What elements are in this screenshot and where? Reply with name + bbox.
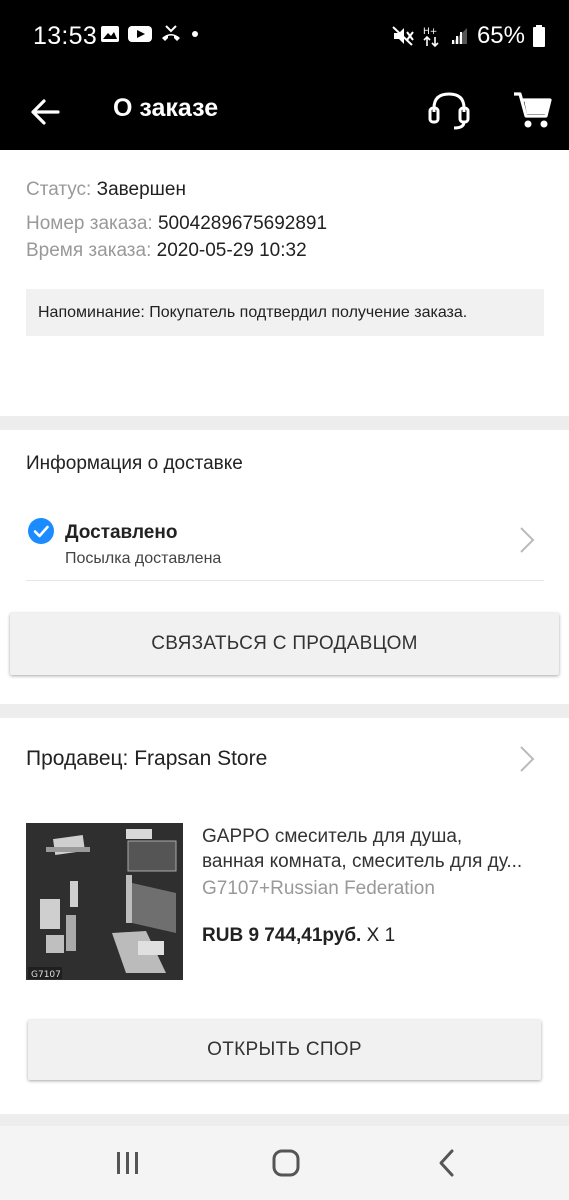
- home-button[interactable]: [266, 1146, 306, 1180]
- svg-text:H+: H+: [423, 27, 437, 37]
- missed-call-icon: [162, 25, 180, 41]
- dot-icon: [192, 31, 198, 37]
- product-price-row: RUB 9 744,41руб. X 1: [202, 925, 395, 947]
- contact-seller-button[interactable]: СВЯЗАТЬСЯ С ПРОДАВЦОМ: [10, 613, 559, 675]
- support-button[interactable]: [426, 88, 472, 134]
- order-number: Номер заказа: 5004289675692891: [26, 213, 327, 235]
- seller-card: Продавец: Frapsan Store G7107 GAPPO смес…: [0, 718, 569, 1114]
- signal-icon: [450, 28, 467, 44]
- order-number-value: 5004289675692891: [157, 213, 328, 234]
- app-bar: О заказе: [0, 76, 569, 150]
- delivery-status: Доставлено: [65, 522, 178, 543]
- youtube-icon: [128, 26, 152, 42]
- status-bar: 13:53 H+ 65%: [0, 0, 569, 76]
- system-nav-bar: [0, 1126, 569, 1200]
- product-price: RUB 9 744,41руб.: [202, 925, 362, 946]
- cart-icon: [514, 92, 552, 128]
- order-time: Время заказа: 2020-05-29 10:32: [26, 240, 307, 262]
- delivery-status-row[interactable]: Доставлено Посылка доставлена: [26, 512, 544, 581]
- cart-button[interactable]: [510, 88, 554, 132]
- check-circle-icon: [28, 518, 54, 544]
- recents-icon: [117, 1152, 138, 1174]
- seller-title[interactable]: Продавец: Frapsan Store: [26, 747, 267, 771]
- product-variant: G7107+Russian Federation: [202, 878, 435, 899]
- product-title-line2: ванная комната, смеситель для ду...: [202, 851, 523, 872]
- home-icon: [272, 1149, 300, 1177]
- page-title: О заказе: [113, 94, 219, 122]
- back-arrow-icon: [31, 99, 60, 125]
- back-button[interactable]: [26, 92, 66, 132]
- order-status-value: Завершен: [96, 179, 186, 200]
- notification-icons: [100, 24, 200, 44]
- system-icons: H+ 65%: [391, 22, 545, 50]
- chevron-right-icon[interactable]: [518, 745, 536, 773]
- back-icon: [439, 1149, 454, 1177]
- product-title[interactable]: GAPPO смеситель для душа, ванная комната…: [202, 824, 547, 874]
- battery-percent: 65%: [476, 22, 525, 49]
- shower-product-image: G7107: [26, 823, 183, 980]
- delivery-substatus: Посылка доставлена: [65, 550, 222, 567]
- nav-back-button[interactable]: [428, 1146, 468, 1180]
- clock: 13:53: [33, 22, 98, 50]
- reminder-notice: Напоминание: Покупатель подтвердил получ…: [26, 289, 544, 336]
- mute-icon: [392, 26, 414, 46]
- open-dispute-button[interactable]: ОТКРЫТЬ СПОР: [28, 1020, 541, 1080]
- product-image-label: G7107: [31, 970, 61, 980]
- order-time-value: 2020-05-29 10:32: [156, 240, 307, 261]
- order-status-label: Статус:: [26, 179, 92, 200]
- headset-icon: [428, 92, 470, 130]
- product-quantity: X 1: [366, 925, 396, 946]
- order-time-label: Время заказа:: [26, 240, 152, 261]
- delivery-card: Информация о доставке Доставлено Посылка…: [0, 430, 569, 704]
- chevron-right-icon: [520, 527, 535, 553]
- delivery-title: Информация о доставке: [26, 453, 243, 474]
- order-status: Статус: Завершен: [26, 179, 186, 201]
- battery-icon: [533, 25, 545, 47]
- data-icon: H+: [423, 27, 439, 47]
- product-image[interactable]: G7107: [26, 823, 183, 980]
- product-title-line1: GAPPO смеситель для душа,: [202, 826, 463, 847]
- order-number-label: Номер заказа:: [26, 213, 153, 234]
- gallery-icon: [101, 26, 119, 42]
- order-info-card: Статус: Завершен Номер заказа: 500428967…: [0, 150, 569, 416]
- recents-button[interactable]: [107, 1146, 147, 1180]
